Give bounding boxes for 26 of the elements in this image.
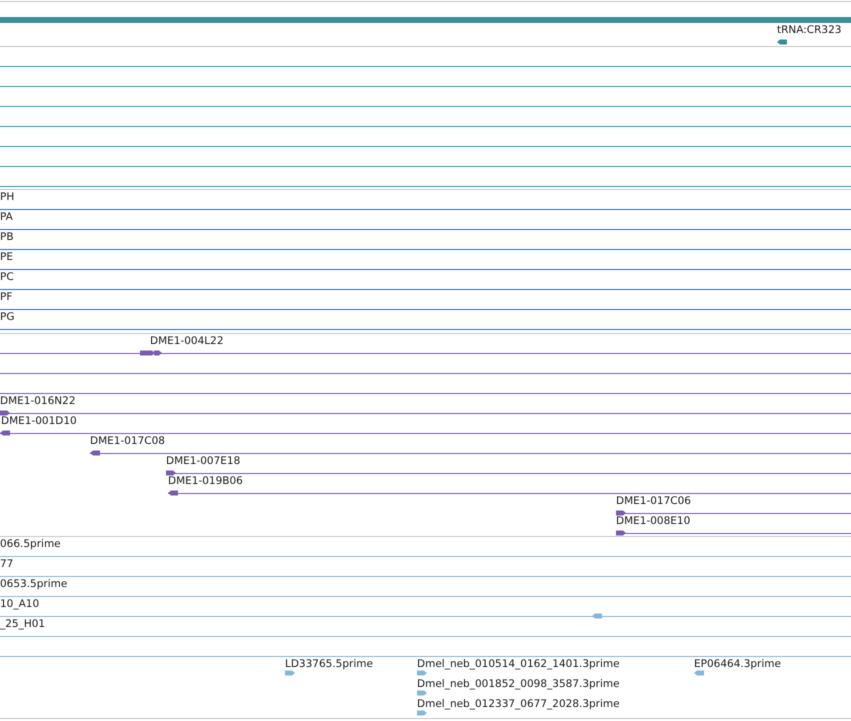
feature-label: LD33765.5prime <box>285 658 373 671</box>
feature-label: PA <box>0 211 13 224</box>
feature-label: DME1-008E10 <box>616 515 690 528</box>
feature-label: PH <box>0 191 14 204</box>
feature-label: 10_A10 <box>0 598 40 611</box>
feature-label: _25_H01 <box>0 618 46 631</box>
feature-label: DME1-019B06 <box>168 475 243 488</box>
feature-label: PE <box>0 251 13 264</box>
feature-label: EP06464.3prime <box>694 658 781 671</box>
feature-label: PB <box>0 231 14 244</box>
feature-label: Dmel_neb_010514_0162_1401.3prime <box>417 658 620 671</box>
feature-label: DME1-016N22 <box>0 395 76 408</box>
feature-label: DME1-007E18 <box>166 455 240 468</box>
feature-label: PF <box>0 291 12 304</box>
feature-label: PG <box>0 311 14 324</box>
feature-label: PC <box>0 271 14 284</box>
feature-label: tRNA:CR323 <box>777 24 842 37</box>
feature-label: DME1-017C06 <box>616 495 691 508</box>
feature-label: DME1-001D10 <box>1 415 77 428</box>
feature-label: 0653.5prime <box>0 578 68 591</box>
feature-label: DME1-017C08 <box>90 435 165 448</box>
feature-label: Dmel_neb_001852_0098_3587.3prime <box>417 678 620 691</box>
feature-label: DME1-004L22 <box>150 335 224 348</box>
feature-label: 77 <box>0 558 14 571</box>
feature-label: 066.5prime <box>0 538 61 551</box>
feature-label: Dmel_neb_012337_0677_2028.3prime <box>417 698 620 711</box>
